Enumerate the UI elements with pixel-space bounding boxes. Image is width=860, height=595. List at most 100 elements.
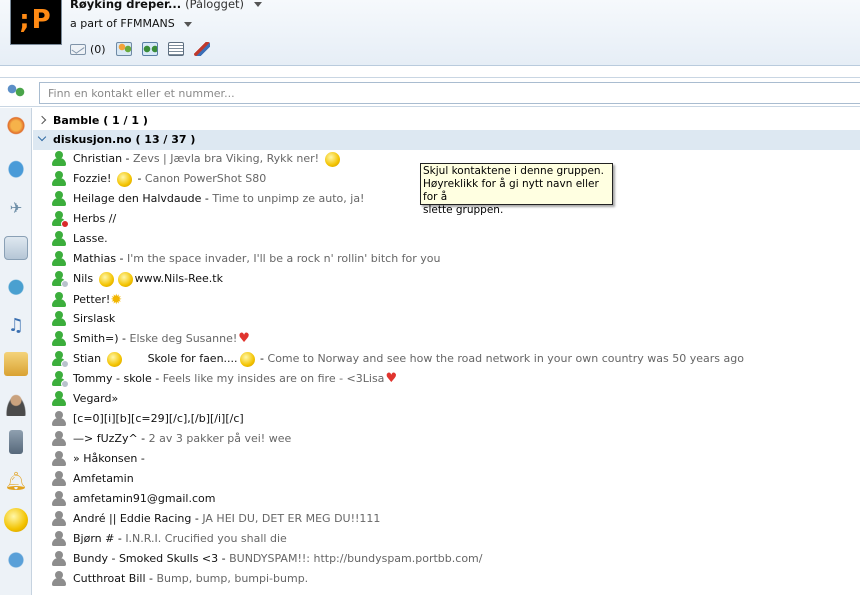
grid-icon[interactable] — [167, 42, 184, 56]
contact-row[interactable]: Bundy - Smoked Skulls <3 - BUNDYSPAM!!: … — [33, 549, 860, 569]
contact-row[interactable]: Tommy - skole - Feels like my insides ar… — [33, 369, 860, 389]
contact-row[interactable]: —> fUzZy^ - 2 av 3 pakker på vei! wee — [33, 429, 860, 449]
offline-status-icon — [52, 571, 66, 587]
contact-row[interactable]: Amfetamin — [33, 469, 860, 489]
phone-icon[interactable] — [9, 430, 23, 454]
paintbrush-icon[interactable] — [193, 42, 210, 56]
contacts-icon[interactable] — [115, 42, 132, 56]
contact-message: 2 av 3 pakker på vei! wee — [148, 432, 292, 445]
mail-icon[interactable] — [70, 43, 86, 55]
contact-name: Cutthroat Bill - — [73, 572, 157, 585]
user-status-text: (Pålogget) — [185, 0, 245, 11]
smiley-icon[interactable] — [4, 508, 28, 532]
contact-message: I.N.R.I. Crucified you shall die — [125, 532, 287, 545]
offline-status-icon — [52, 551, 66, 567]
contact-message: I'm the space invader, I'll be a rock n'… — [127, 252, 441, 265]
contact-row[interactable]: Lasse. — [33, 229, 860, 249]
person-icon[interactable] — [4, 392, 28, 416]
contact-row[interactable]: Mathias - I'm the space invader, I'll be… — [33, 249, 860, 269]
tongue-emoticon-icon — [98, 271, 114, 287]
chevron-down-icon[interactable] — [37, 132, 47, 142]
contact-row[interactable]: Bjørn # - I.N.R.I. Crucified you shall d… — [33, 529, 860, 549]
contact-name: Heilage den Halvdaude - — [73, 192, 213, 205]
shopping-icon[interactable] — [4, 548, 28, 572]
games-icon[interactable] — [4, 352, 28, 376]
groups-icon[interactable] — [141, 42, 158, 56]
alert-bell-icon[interactable]: 🔔︎ — [4, 470, 28, 494]
contact-name: Amfetamin — [73, 472, 134, 485]
contact-name: Bundy - Smoked Skulls <3 - — [73, 552, 230, 565]
contact-name: amfetamin91@gmail.com — [73, 492, 216, 505]
profile-header: ;P Røyking dreper... (Pålogget) a part o… — [0, 0, 860, 66]
contact-name: Tommy - skole - — [73, 372, 163, 385]
contact-row[interactable]: Stian Skole for faen.... - Come to Norwa… — [33, 349, 860, 369]
bird-icon[interactable] — [4, 156, 28, 180]
contact-name: Smith=) - — [73, 332, 130, 345]
user-name-text: Røyking dreper... — [70, 0, 182, 11]
heart-emoticon-icon: ♥ — [385, 371, 398, 386]
contact-name-tail: www.Nils-Ree.tk — [134, 272, 223, 285]
contact-row[interactable]: Sirslask — [33, 309, 860, 329]
group-label: diskusjon.no ( 13 / 37 ) — [53, 133, 196, 146]
contact-row[interactable]: [c=0][i][b][c=29][/c],[/b][/i][/c] — [33, 409, 860, 429]
online-status-icon — [52, 151, 66, 167]
busy-status-icon — [52, 211, 69, 228]
contact-row[interactable]: Nils www.Nils-Ree.tk — [33, 269, 860, 289]
user-display-name[interactable]: Røyking dreper... (Pålogget) — [70, 0, 263, 11]
offline-status-icon — [52, 471, 66, 487]
contact-row[interactable]: Smith=) - Elske deg Susanne!♥ — [33, 329, 860, 349]
contact-message: Bump, bump, bumpi-bump. — [156, 572, 309, 585]
contact-name-suffix: - — [133, 172, 145, 185]
group-header-diskusjon[interactable]: diskusjon.no ( 13 / 37 ) — [33, 130, 860, 150]
display-picture[interactable]: ;P — [10, 0, 62, 45]
mail-count[interactable]: (0) — [90, 43, 106, 56]
idle-status-icon — [52, 371, 69, 388]
contact-row[interactable]: Vegard» — [33, 389, 860, 409]
online-status-icon — [52, 292, 66, 308]
contact-message: Feels like my insides are on fire - <3Li… — [162, 372, 385, 385]
tongue-emoticon-icon — [116, 171, 132, 187]
online-status-icon — [52, 331, 66, 347]
contact-message: Come to Norway and see how the road netw… — [267, 352, 744, 365]
contact-name: Nils — [73, 272, 97, 285]
contact-name: —> fUzZy^ - — [73, 432, 149, 445]
contact-name: Fozzie! — [73, 172, 115, 185]
offline-status-icon — [52, 451, 66, 467]
online-status-icon — [52, 251, 66, 267]
online-status-icon — [52, 191, 66, 207]
offline-status-icon — [52, 431, 66, 447]
status-dropdown-icon[interactable] — [254, 2, 263, 7]
idle-status-icon — [52, 271, 69, 288]
contact-row[interactable]: amfetamin91@gmail.com — [33, 489, 860, 509]
sidebar: ✈ ♫ 🔔︎ — [0, 108, 32, 595]
online-status-icon — [52, 171, 66, 187]
group-header-bamble[interactable]: Bamble ( 1 / 1 ) — [33, 111, 860, 131]
contact-row[interactable]: » Håkonsen - — [33, 449, 860, 469]
offline-status-icon — [52, 511, 66, 527]
personal-message[interactable]: a part of FFMMANS — [70, 17, 193, 30]
add-contact-icon[interactable] — [5, 83, 27, 101]
group-tooltip: Skjul kontaktene i denne gruppen. Høyrek… — [420, 163, 613, 216]
contact-name: Stian — [73, 352, 105, 365]
contact-name: Sirslask — [73, 312, 116, 325]
offline-status-icon — [52, 531, 66, 547]
contact-row[interactable]: Cutthroat Bill - Bump, bump, bumpi-bump. — [33, 569, 860, 589]
dating-icon[interactable] — [4, 274, 28, 298]
search-input[interactable] — [39, 82, 860, 104]
contact-name: Vegard» — [73, 392, 119, 405]
contact-row[interactable]: André || Eddie Racing - JA HEI DU, DET E… — [33, 509, 860, 529]
chevron-right-icon[interactable] — [37, 115, 47, 125]
messenger-icon[interactable] — [4, 116, 28, 140]
smiley-emoticon-icon — [324, 151, 340, 167]
offline-status-icon — [52, 491, 66, 507]
plane-icon[interactable]: ✈ — [4, 196, 28, 220]
music-icon[interactable]: ♫ — [4, 314, 28, 338]
personal-message-dropdown-icon[interactable] — [184, 21, 193, 27]
search-bar — [0, 77, 860, 107]
contact-row[interactable]: Petter!✹ — [33, 290, 860, 310]
contact-name: Bjørn # - — [73, 532, 126, 545]
online-status-icon — [52, 231, 66, 247]
calendar-icon[interactable] — [4, 236, 28, 260]
online-status-icon — [52, 391, 66, 407]
contact-name-tail: Skole for faen.... — [147, 352, 238, 365]
